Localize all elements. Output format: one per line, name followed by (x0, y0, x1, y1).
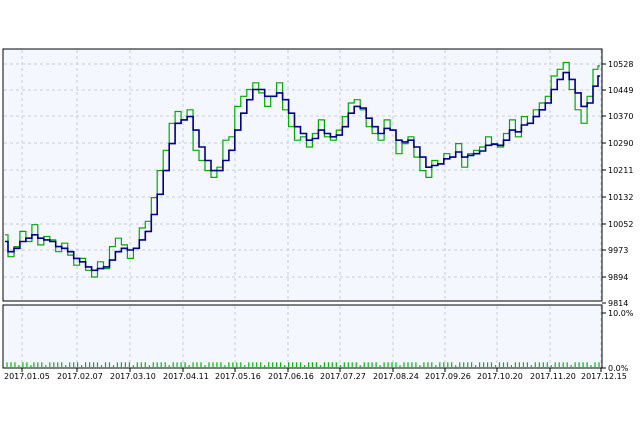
x-tick-label: 2017.01.05 (4, 372, 50, 381)
y-tick-label: 10052 (608, 220, 633, 229)
x-axis: 2017.01.05 2017.02.07 2017.03.10 2017.04.11… (4, 368, 627, 381)
y-tick-label: 9894 (608, 273, 628, 282)
y-tick-label: 10528 (608, 60, 633, 69)
x-tick-label: 2017.11.20 (530, 372, 576, 381)
x-tick-label: 2017.09.26 (425, 372, 471, 381)
y-tick-label: 10290 (608, 139, 633, 148)
x-tick-label: 2017.08.24 (373, 372, 419, 381)
x-tick-label: 2017.04.11 (163, 372, 209, 381)
y-axis-main: 10528 10449 10370 10290 10211 10132 10052 9973 9… (602, 60, 633, 308)
price-chart: 10528 10449 10370 10290 10211 10132 10052 9973 9… (2, 48, 634, 381)
y-tick-label: 10211 (608, 166, 633, 175)
y-tick-label: 9814 (608, 299, 628, 308)
main-pane-bg (2, 48, 603, 302)
y-tick-label: 9973 (608, 246, 628, 255)
x-tick-label: 2017.06.16 (268, 372, 314, 381)
volume-tick-label: 10.0% (608, 309, 634, 318)
x-tick-label: 2017.05.16 (215, 372, 261, 381)
y-axis-volume: 10.0%0.0% (602, 309, 634, 373)
x-tick-label: 2017.12.15 (581, 372, 627, 381)
x-tick-label: 2017.07.27 (320, 372, 366, 381)
volume-pane-bg (2, 304, 603, 369)
y-tick-label: 10370 (608, 112, 633, 121)
x-tick-label: 2017.03.10 (110, 372, 156, 381)
y-tick-label: 10449 (608, 86, 633, 95)
x-tick-label: 2017.10.20 (477, 372, 523, 381)
x-tick-label: 2017.02.07 (57, 372, 103, 381)
y-tick-label: 10132 (608, 193, 633, 202)
